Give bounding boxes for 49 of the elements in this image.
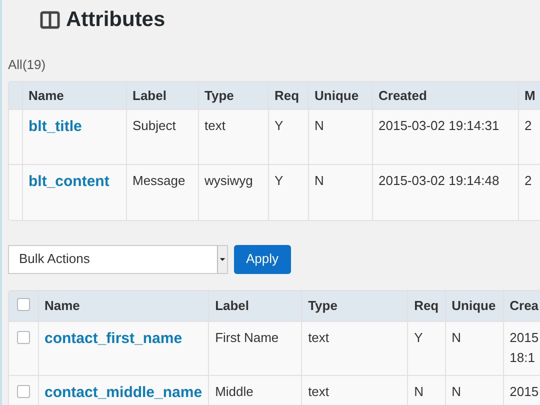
column-header: Unique bbox=[445, 290, 504, 322]
column-header: Name bbox=[38, 290, 209, 322]
column-header: Label bbox=[126, 82, 198, 110]
table-cell: 2015 bbox=[510, 384, 539, 399]
table-cell: Y bbox=[274, 173, 284, 188]
column-header: Req bbox=[408, 290, 446, 322]
table-cell: First Name bbox=[215, 330, 279, 345]
column-header: Unique bbox=[308, 82, 372, 110]
column-header: M bbox=[518, 82, 540, 110]
table-cell: N bbox=[452, 384, 462, 399]
table-cell: text bbox=[308, 330, 330, 345]
table-cell: Y bbox=[414, 330, 423, 345]
page-title: Attributes bbox=[66, 7, 166, 34]
table-cell: Y bbox=[274, 118, 284, 133]
columns-icon bbox=[40, 11, 60, 29]
checkbox[interactable] bbox=[17, 331, 30, 344]
column-header: Req bbox=[268, 82, 308, 110]
table-cell: 2015 18:1 bbox=[510, 330, 539, 364]
table-cell: Message bbox=[132, 173, 186, 188]
filter-link[interactable]: All(19) bbox=[8, 57, 46, 72]
header-cell bbox=[9, 82, 22, 110]
table-cell: wysiwyg bbox=[204, 173, 253, 188]
attribute-name-link[interactable]: blt_content bbox=[28, 173, 110, 190]
checkbox[interactable] bbox=[17, 298, 30, 310]
attribute-name-link[interactable]: contact_middle_name bbox=[44, 384, 202, 401]
table-cell: 2 bbox=[524, 173, 532, 188]
table-cell: N bbox=[414, 384, 424, 399]
column-header: Crea bbox=[503, 290, 540, 322]
column-header: Type bbox=[302, 290, 408, 322]
table-cell: 2015-03-02 19:14:48 bbox=[378, 173, 500, 188]
table-cell: Middle bbox=[215, 384, 254, 399]
apply-button[interactable]: Apply bbox=[234, 244, 291, 274]
table-cell: text bbox=[308, 384, 330, 399]
column-header: Created bbox=[372, 82, 518, 110]
caret-icon bbox=[217, 246, 227, 272]
table-cell: Subject bbox=[132, 118, 176, 133]
bulk-actions-dropdown[interactable]: Bulk Actions bbox=[8, 244, 228, 274]
table-cell: 2 bbox=[524, 118, 532, 133]
column-header: Type bbox=[198, 82, 268, 110]
checkbox[interactable] bbox=[17, 385, 30, 398]
table-cell: N bbox=[314, 173, 324, 188]
table-cell: text bbox=[204, 118, 226, 133]
attribute-name-link[interactable]: contact_first_name bbox=[44, 330, 182, 347]
table-cell: N bbox=[452, 330, 462, 345]
column-header: Label bbox=[208, 290, 302, 322]
table-cell: N bbox=[314, 118, 324, 133]
column-header: Name bbox=[22, 82, 126, 110]
table-cell: 2015-03-02 19:14:31 bbox=[378, 118, 500, 133]
attribute-name-link[interactable]: blt_title bbox=[28, 118, 82, 135]
